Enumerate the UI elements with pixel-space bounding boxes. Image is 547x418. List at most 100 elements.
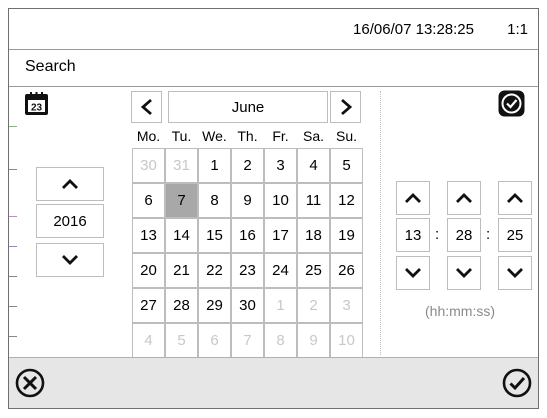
next-month-button[interactable]: [330, 91, 361, 123]
day-cell[interactable]: 4: [297, 148, 330, 183]
chevron-down-icon: [456, 268, 472, 278]
day-cell[interactable]: 3: [330, 288, 363, 323]
edge-tick: [9, 336, 17, 337]
chevron-down-icon: [62, 255, 78, 265]
title-bar: Search: [9, 49, 538, 87]
minutes-field[interactable]: 28: [447, 218, 481, 252]
svg-text:23: 23: [31, 103, 43, 114]
day-cell[interactable]: 6: [198, 323, 231, 358]
edge-tick: [9, 216, 17, 217]
day-cell[interactable]: 31: [165, 148, 198, 183]
day-cell[interactable]: 20: [132, 253, 165, 288]
day-cell[interactable]: 2: [231, 148, 264, 183]
day-cell[interactable]: 18: [297, 218, 330, 253]
cancel-x-icon: [15, 368, 45, 398]
weekday-label: Mo.: [136, 128, 161, 144]
weekday-label: Fr.: [272, 128, 289, 144]
minutes-value: 28: [455, 226, 473, 244]
day-cell[interactable]: 29: [198, 288, 231, 323]
chevron-down-icon: [507, 268, 523, 278]
minutes-down-button[interactable]: [447, 256, 481, 290]
day-cell[interactable]: 8: [264, 323, 297, 358]
day-cell[interactable]: 7: [231, 323, 264, 358]
day-cell[interactable]: 25: [297, 253, 330, 288]
time-separator: :: [486, 226, 491, 243]
cancel-button[interactable]: [13, 366, 47, 400]
calendar-icon: 23: [24, 91, 49, 116]
day-cell[interactable]: 3: [264, 148, 297, 183]
day-cell[interactable]: 26: [330, 253, 363, 288]
day-cell[interactable]: 19: [330, 218, 363, 253]
divider: [380, 91, 381, 355]
day-cell[interactable]: 2: [297, 288, 330, 323]
weekday-label: We.: [202, 128, 227, 144]
weekday-label: Tu.: [171, 128, 192, 144]
chevron-down-icon: [405, 268, 421, 278]
day-grid: 30 31 1 2 3 4 5 6 7 8 9 10 11 12 13 14 15 16 17 18 19 20 21 22 2…: [132, 148, 363, 358]
chevron-left-icon: [140, 98, 152, 116]
day-cell[interactable]: 22: [198, 253, 231, 288]
status-datetime: 16/06/07 13:28:25: [353, 21, 474, 38]
day-cell[interactable]: 23: [231, 253, 264, 288]
time-separator: :: [435, 226, 440, 243]
day-cell[interactable]: 7: [165, 183, 198, 218]
edge-tick: [9, 306, 17, 307]
weekday-label: Sa.: [302, 128, 324, 144]
edge-tick: [9, 276, 17, 277]
edge-tick: [9, 126, 17, 127]
year-label: 2016: [53, 212, 87, 230]
seconds-field[interactable]: 25: [498, 218, 532, 252]
time-format-hint: (hh:mm:ss): [425, 303, 495, 319]
hours-up-button[interactable]: [396, 181, 430, 215]
day-cell[interactable]: 10: [330, 323, 363, 358]
status-zoom: 1:1: [507, 21, 528, 38]
weekday-label: Th.: [237, 128, 258, 144]
action-bar: [9, 357, 538, 408]
day-cell[interactable]: 5: [165, 323, 198, 358]
day-cell[interactable]: 9: [231, 183, 264, 218]
day-cell[interactable]: 27: [132, 288, 165, 323]
year-up-button[interactable]: [36, 167, 104, 201]
hours-field[interactable]: 13: [396, 218, 430, 252]
checkmark-icon: [502, 368, 532, 398]
app-window: 16/06/07 13:28:25 1:1 Search 23 June Mo.…: [8, 8, 539, 409]
seconds-down-button[interactable]: [498, 256, 532, 290]
day-cell[interactable]: 11: [297, 183, 330, 218]
day-cell[interactable]: 17: [264, 218, 297, 253]
day-cell[interactable]: 30: [231, 288, 264, 323]
chevron-up-icon: [405, 193, 421, 203]
day-cell[interactable]: 4: [132, 323, 165, 358]
minutes-up-button[interactable]: [447, 181, 481, 215]
day-cell[interactable]: 6: [132, 183, 165, 218]
hours-down-button[interactable]: [396, 256, 430, 290]
chevron-up-icon: [62, 179, 78, 189]
confirm-button[interactable]: [500, 366, 534, 400]
day-cell[interactable]: 21: [165, 253, 198, 288]
year-down-button[interactable]: [36, 243, 104, 277]
chevron-up-icon: [507, 193, 523, 203]
weekday-label: Su.: [335, 128, 357, 144]
day-cell[interactable]: 15: [198, 218, 231, 253]
month-display: June: [168, 91, 328, 123]
day-cell[interactable]: 1: [198, 148, 231, 183]
prev-month-button[interactable]: [131, 91, 162, 123]
clock-icon[interactable]: [498, 90, 525, 117]
day-cell[interactable]: 24: [264, 253, 297, 288]
day-cell[interactable]: 30: [132, 148, 165, 183]
seconds-value: 25: [506, 226, 524, 244]
day-cell[interactable]: 13: [132, 218, 165, 253]
seconds-up-button[interactable]: [498, 181, 532, 215]
day-cell[interactable]: 8: [198, 183, 231, 218]
edge-tick: [9, 246, 17, 247]
day-cell[interactable]: 12: [330, 183, 363, 218]
day-cell[interactable]: 5: [330, 148, 363, 183]
hours-value: 13: [404, 226, 422, 244]
day-cell[interactable]: 1: [264, 288, 297, 323]
day-cell[interactable]: 28: [165, 288, 198, 323]
day-cell[interactable]: 10: [264, 183, 297, 218]
day-cell[interactable]: 16: [231, 218, 264, 253]
chevron-right-icon: [340, 98, 352, 116]
day-cell[interactable]: 14: [165, 218, 198, 253]
month-label: June: [231, 98, 265, 116]
day-cell[interactable]: 9: [297, 323, 330, 358]
